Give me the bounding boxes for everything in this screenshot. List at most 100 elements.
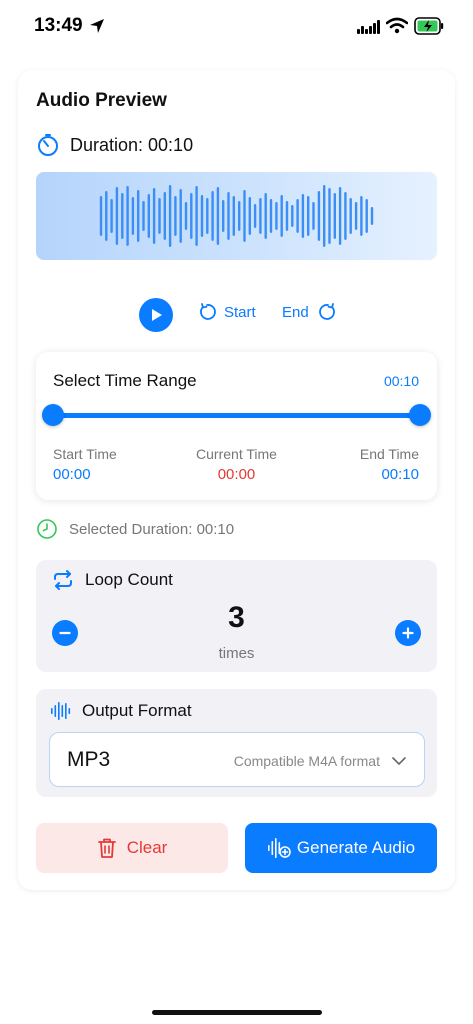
waveform-bar (142, 201, 145, 231)
repeat-icon (54, 570, 72, 590)
rotate-left-icon (200, 303, 216, 320)
status-bar: 13:49 (0, 0, 473, 56)
clock-icon (37, 519, 57, 539)
time-range-value: 00:10 (383, 373, 419, 389)
set-end-button[interactable]: End (282, 303, 337, 321)
trash-icon (97, 838, 116, 858)
waveform-bar (184, 202, 188, 230)
waveform-bar (137, 190, 140, 242)
selected-duration-row: Selected Duration: 00:10 (36, 518, 234, 540)
waveform-bar (333, 193, 336, 239)
rotate-right-icon (318, 303, 335, 320)
waveform-bar (317, 191, 321, 241)
play-button[interactable] (139, 298, 173, 332)
battery-charging-icon (414, 17, 444, 35)
duration-row: Duration: 00:10 (36, 132, 193, 158)
clear-button-label: Clear (126, 838, 168, 857)
waveform-bar (253, 204, 257, 228)
loop-count-title: Loop Count (85, 570, 173, 589)
duration-label: Duration: 00:10 (70, 134, 194, 155)
range-slider-track[interactable] (53, 413, 419, 418)
increase-loop-button[interactable] (395, 620, 421, 646)
format-selected-value: MP3 (67, 748, 111, 771)
waveform-display (36, 172, 437, 260)
format-dropdown[interactable]: MP3 Compatible M4A format (49, 732, 425, 787)
loop-count-unit: times (218, 645, 255, 662)
waveform-bar (259, 198, 262, 234)
waveform-icon (51, 702, 71, 720)
waveform-bar (328, 188, 331, 244)
waveform-bar (158, 198, 161, 234)
waveform-bar (126, 186, 129, 246)
waveform-bar (222, 200, 225, 232)
waveform-bar (307, 196, 310, 236)
waveform-bar (264, 193, 267, 239)
waveform-bar (190, 193, 193, 239)
generate-audio-button[interactable]: Generate Audio (245, 823, 437, 873)
waveform-bar (216, 187, 220, 245)
waveform-bar (211, 191, 214, 241)
playback-controls: Start End (18, 298, 455, 332)
waveform-bar (323, 185, 326, 247)
waveform-bar (243, 190, 246, 242)
waveform-bar (163, 192, 166, 240)
waveform-bar (238, 201, 241, 231)
selected-duration-text: Selected Duration: 00:10 (69, 520, 235, 538)
waveform-bar (370, 207, 374, 225)
waveform-bar (110, 199, 113, 233)
format-description: Compatible M4A format (233, 753, 380, 769)
time-range-card: Select Time Range 00:10 Start Time 00:00… (36, 352, 437, 500)
waveform-bar (360, 196, 363, 236)
clear-button[interactable]: Clear (36, 823, 228, 873)
waveform-bar (248, 197, 251, 235)
waveform-bar (275, 202, 278, 230)
format-header: Output Format (50, 700, 192, 722)
timer-icon (38, 134, 58, 156)
waveform-bar (301, 194, 305, 238)
audio-preview-title: Audio Preview (36, 90, 167, 111)
waveform-bar (195, 186, 198, 246)
waveform-bar (200, 195, 204, 237)
time-range-title: Select Time Range (53, 371, 197, 390)
waveform-bar (312, 202, 315, 230)
waveform-bars (99, 185, 374, 247)
cellular-signal-icon (357, 20, 380, 34)
waveform-bar (285, 201, 289, 231)
waveform-bar (121, 193, 124, 239)
home-indicator (152, 1010, 322, 1015)
waveform-bar (99, 196, 103, 236)
audio-settings-card: Audio Preview Duration: 00:10 Start End (18, 70, 455, 890)
waveform-bar (179, 189, 182, 243)
loop-count-value: 3 (228, 601, 245, 634)
waveform-bar (206, 198, 209, 234)
location-arrow-icon (90, 19, 104, 33)
range-start-handle[interactable] (42, 404, 64, 426)
chevron-down-icon (392, 757, 406, 765)
waveform-bar (115, 187, 119, 245)
loop-header: Loop Count (52, 569, 173, 591)
end-time-group: End Time 00:10 (360, 446, 419, 483)
waveform-bar (269, 199, 273, 233)
plus-icon (402, 627, 414, 639)
waveform-bar (131, 197, 135, 235)
waveform-bar (105, 191, 108, 241)
waveform-bar (291, 205, 294, 227)
waveform-bar (338, 187, 342, 245)
waveform-bar (227, 192, 230, 240)
play-icon (152, 309, 162, 321)
status-time: 13:49 (34, 15, 83, 36)
waveform-bar (280, 195, 283, 237)
loop-count-card: Loop Count 3 times (36, 560, 437, 672)
waveform-bar (232, 196, 235, 236)
waveform-bar (354, 202, 358, 230)
wifi-icon (386, 17, 408, 34)
waveform-bar (174, 196, 177, 236)
waveform-plus-icon (267, 838, 291, 858)
range-end-handle[interactable] (409, 404, 431, 426)
waveform-bar (152, 188, 156, 244)
generate-audio-label: Generate Audio (296, 838, 416, 857)
start-label: Start (224, 303, 256, 321)
waveform-bar (296, 199, 299, 233)
waveform-bar (349, 198, 352, 234)
set-start-button[interactable]: Start (198, 303, 256, 321)
